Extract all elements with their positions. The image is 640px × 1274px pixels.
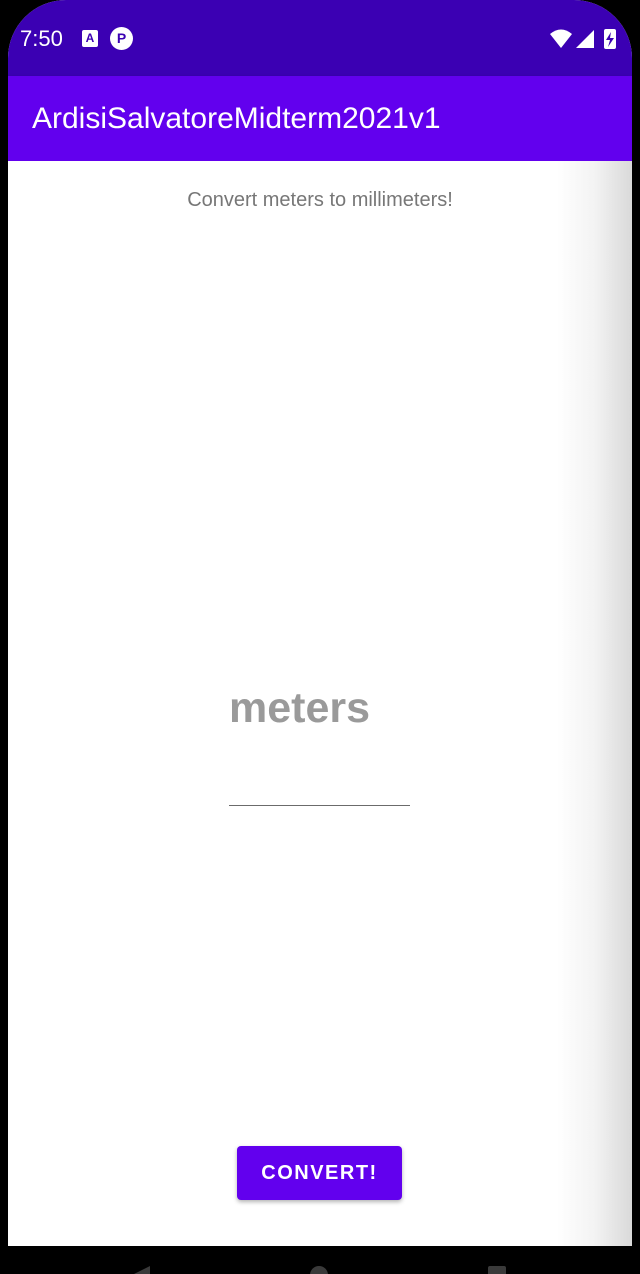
pinterest-p-icon-glyph: P <box>116 30 127 46</box>
app-bar: ArdisiSalvatoreMidterm2021v1 <box>8 76 632 161</box>
convert-button[interactable]: CONVERT! <box>237 1146 402 1200</box>
meters-input-hint: meters <box>229 684 371 732</box>
pinterest-p-icon: P <box>110 27 133 50</box>
status-right-icons <box>550 29 616 49</box>
main-content: Convert meters to millimeters! meters CO… <box>8 161 632 1246</box>
status-time: 7:50 <box>20 26 63 51</box>
recents-icon[interactable] <box>488 1266 506 1274</box>
signal-icon <box>576 30 594 48</box>
wifi-icon <box>550 29 572 48</box>
subtitle-text: Convert meters to millimeters! <box>187 189 453 211</box>
app-title: ArdisiSalvatoreMidterm2021v1 <box>32 102 441 135</box>
status-bar: 7:50 A P <box>8 0 632 76</box>
device-frame: 7:50 A P ArdisiSalvatoreMidterm2021v1 Co… <box>0 0 640 1274</box>
text-a-icon: A <box>82 30 98 47</box>
meters-input[interactable]: meters <box>229 671 410 806</box>
phone-screen: 7:50 A P ArdisiSalvatoreMidterm2021v1 Co… <box>8 0 632 1246</box>
text-a-icon-glyph: A <box>85 31 95 45</box>
